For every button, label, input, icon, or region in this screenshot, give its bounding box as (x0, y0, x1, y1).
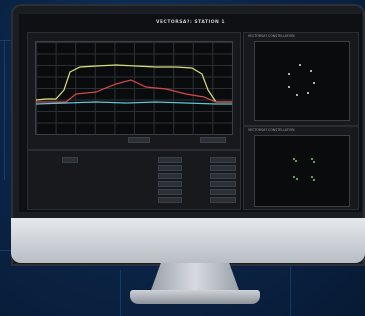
constellation-point (307, 92, 309, 94)
background-line (120, 270, 121, 316)
control-field[interactable] (210, 181, 236, 187)
background-line (290, 265, 291, 316)
constellation-point (299, 64, 301, 66)
control-field[interactable] (158, 165, 182, 171)
control-button[interactable] (62, 157, 78, 163)
constellation-plot (254, 135, 350, 207)
screen: VECTORSA?: STATION 1 VECTORSA? CONSTELLA… (19, 14, 362, 212)
control-field[interactable] (210, 173, 236, 179)
app-title: VECTORSA?: STATION 1 (155, 20, 226, 25)
constellation-point (310, 70, 312, 72)
constellation-point (311, 176, 313, 178)
control-field[interactable] (158, 189, 182, 195)
panel-title: VECTORSA? CONSTELLATION (248, 34, 295, 38)
control-field[interactable] (158, 157, 182, 163)
constellation-panel-bottom: VECTORSA? CONSTELLATION (243, 126, 359, 210)
monitor-stand-neck (150, 263, 240, 293)
trace-red (36, 79, 232, 103)
control-field[interactable] (158, 181, 182, 187)
spectrum-traces (36, 64, 232, 105)
spectrum-plot (35, 41, 233, 135)
spectrum-panel (27, 32, 241, 150)
constellation-point (313, 82, 315, 84)
constellation-point (311, 158, 313, 160)
control-field[interactable] (210, 189, 236, 195)
spectrum-control-button[interactable] (128, 137, 150, 143)
panel-title: VECTORSA? CONSTELLATION (248, 128, 295, 132)
constellation-point (313, 161, 315, 163)
controls-panel (27, 150, 241, 210)
control-field[interactable] (210, 165, 236, 171)
constellation-point (296, 178, 298, 180)
control-field[interactable] (158, 173, 182, 179)
control-field[interactable] (210, 157, 236, 163)
constellation-panel-top: VECTORSA? CONSTELLATION (243, 32, 359, 126)
control-field[interactable] (210, 197, 236, 203)
constellation-point (293, 176, 295, 178)
constellation-plot (254, 41, 350, 121)
constellation-point (288, 86, 290, 88)
constellation-point (295, 160, 297, 162)
control-field[interactable] (158, 197, 182, 203)
constellation-point (288, 73, 290, 75)
constellation-point (313, 179, 315, 181)
spectrum-control-button[interactable] (200, 137, 226, 143)
monitor-chin (11, 218, 365, 263)
monitor-stand-base (130, 290, 260, 304)
constellation-point (296, 94, 298, 96)
background-line (4, 40, 5, 180)
